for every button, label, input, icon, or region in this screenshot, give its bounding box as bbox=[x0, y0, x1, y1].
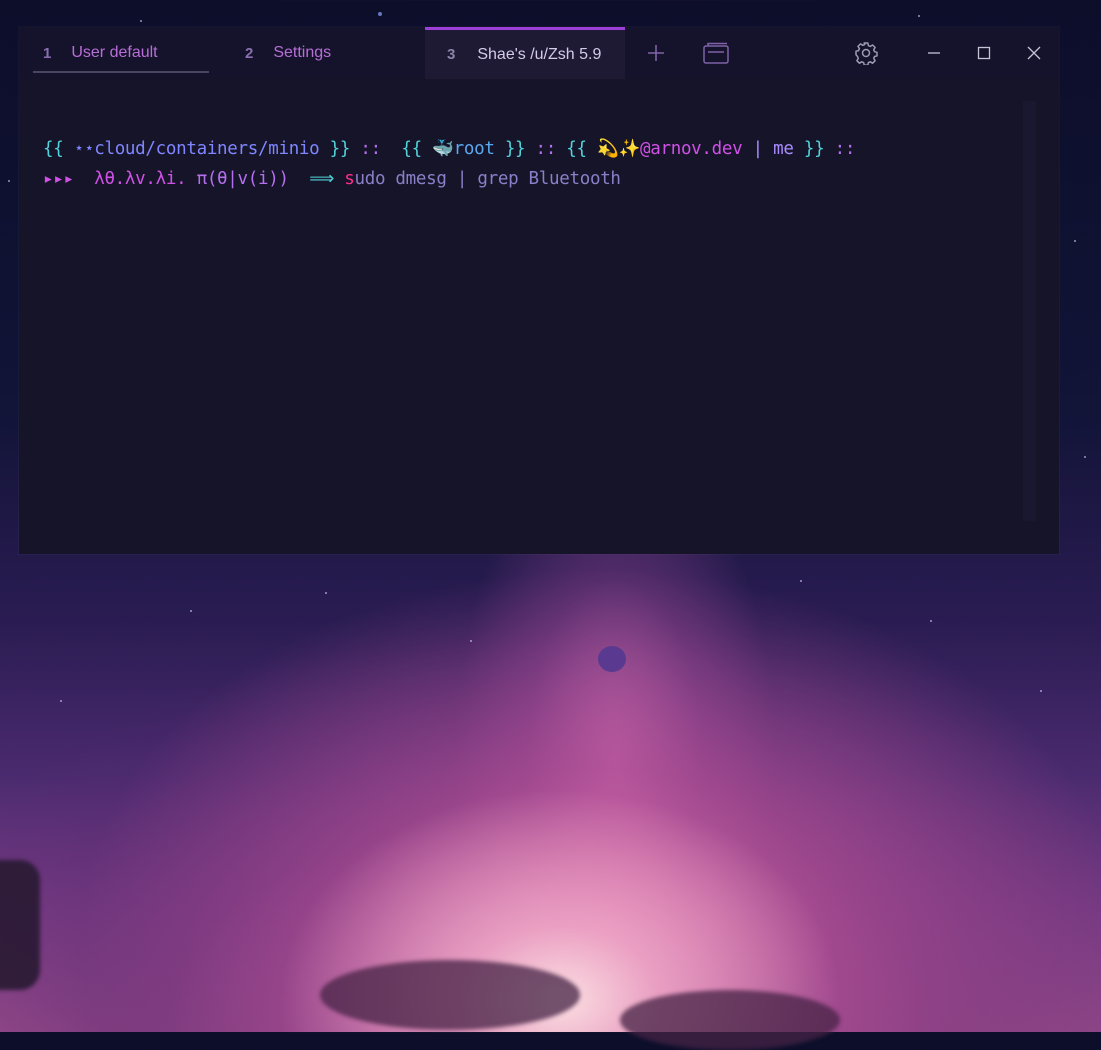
tab-label: Shae's /u/Zsh 5.9 bbox=[477, 45, 602, 63]
tab-number: 2 bbox=[245, 44, 254, 62]
brace-open: {{ bbox=[401, 139, 422, 159]
sparkle-icon: 💫✨ bbox=[597, 139, 640, 159]
tab-label: Settings bbox=[273, 44, 332, 61]
star bbox=[1074, 240, 1076, 242]
terminal-content[interactable]: {{ ⋆⋆cloud/containers/minio }} :: {{ 🐳ro… bbox=[19, 79, 1059, 554]
tab-number: 1 bbox=[43, 44, 52, 62]
tab-overview-button[interactable] bbox=[701, 38, 731, 68]
lambda-expr: λθ.λv.λi. bbox=[94, 169, 187, 189]
wallpaper-figure bbox=[598, 646, 626, 672]
settings-button[interactable] bbox=[851, 38, 881, 68]
tab-label: User default bbox=[71, 44, 158, 61]
prompt-me: me bbox=[773, 139, 794, 159]
wallpaper-cloud bbox=[320, 960, 580, 1030]
cmd-text: udo dmesg bbox=[354, 169, 447, 189]
pi-expr: π(θ|v(i)) bbox=[196, 169, 289, 189]
plus-icon bbox=[648, 45, 664, 61]
terminal-window: 1 User default 2 Settings 3 Shae's /u/Zs… bbox=[19, 27, 1059, 554]
brace-close: }} bbox=[329, 139, 351, 159]
implies-arrow: ⟹ bbox=[309, 169, 334, 189]
cmd-grep: grep Bluetooth bbox=[477, 169, 621, 189]
close-icon bbox=[1027, 46, 1041, 60]
star bbox=[470, 640, 472, 642]
arrow-glyphs: ▸▸▸ bbox=[43, 169, 74, 189]
titlebar: 1 User default 2 Settings 3 Shae's /u/Zs… bbox=[19, 27, 1059, 79]
gear-icon bbox=[855, 42, 878, 65]
prompt-host: @arnov.dev bbox=[640, 139, 743, 159]
separator: :: bbox=[360, 139, 381, 159]
star bbox=[140, 20, 142, 22]
star bbox=[8, 180, 10, 182]
star bbox=[378, 12, 382, 16]
separator: :: bbox=[535, 139, 557, 159]
prompt-line: {{ ⋆⋆cloud/containers/minio }} :: {{ 🐳ro… bbox=[43, 139, 855, 159]
star bbox=[800, 580, 802, 582]
cmd-first-char: s bbox=[344, 169, 355, 189]
tab-number: 3 bbox=[447, 46, 456, 63]
minimize-button[interactable] bbox=[919, 38, 949, 68]
star bbox=[60, 700, 62, 702]
prompt-user: root bbox=[453, 139, 495, 159]
brace-open: {{ bbox=[43, 139, 64, 159]
brace-close: }} bbox=[504, 139, 526, 159]
command-line: ▸▸▸ λθ.λv.λi. π(θ|v(i)) ⟹ sudo dmesg | g… bbox=[43, 169, 621, 189]
star bbox=[325, 592, 327, 594]
pipe: | bbox=[752, 139, 764, 159]
wallpaper-rock bbox=[0, 860, 40, 990]
brace-open: {{ bbox=[566, 139, 587, 159]
star bbox=[930, 620, 932, 622]
maximize-icon bbox=[977, 46, 991, 60]
brace-close: }} bbox=[803, 139, 825, 159]
scrollbar[interactable] bbox=[1023, 101, 1036, 521]
prompt-path: cloud/containers/minio bbox=[94, 139, 320, 159]
minimize-icon bbox=[928, 52, 940, 54]
tab-zsh[interactable]: 3 Shae's /u/Zsh 5.9 bbox=[425, 27, 625, 79]
star bbox=[190, 610, 192, 612]
separator: :: bbox=[834, 139, 856, 159]
new-tab-button[interactable] bbox=[641, 38, 671, 68]
star bbox=[918, 15, 920, 17]
tab-underline bbox=[33, 71, 209, 73]
maximize-button[interactable] bbox=[969, 38, 999, 68]
star bbox=[1084, 456, 1086, 458]
tab-settings[interactable]: 2 Settings bbox=[245, 27, 331, 79]
whale-icon: 🐳 bbox=[432, 139, 454, 159]
stars-glyph: ⋆⋆ bbox=[73, 139, 95, 159]
close-button[interactable] bbox=[1019, 38, 1049, 68]
cmd-pipe: | bbox=[456, 169, 468, 189]
wallpaper-cloud bbox=[620, 990, 840, 1050]
tab-user-default[interactable]: 1 User default bbox=[33, 27, 209, 79]
tab-overview-icon bbox=[703, 42, 729, 64]
star bbox=[1040, 690, 1042, 692]
